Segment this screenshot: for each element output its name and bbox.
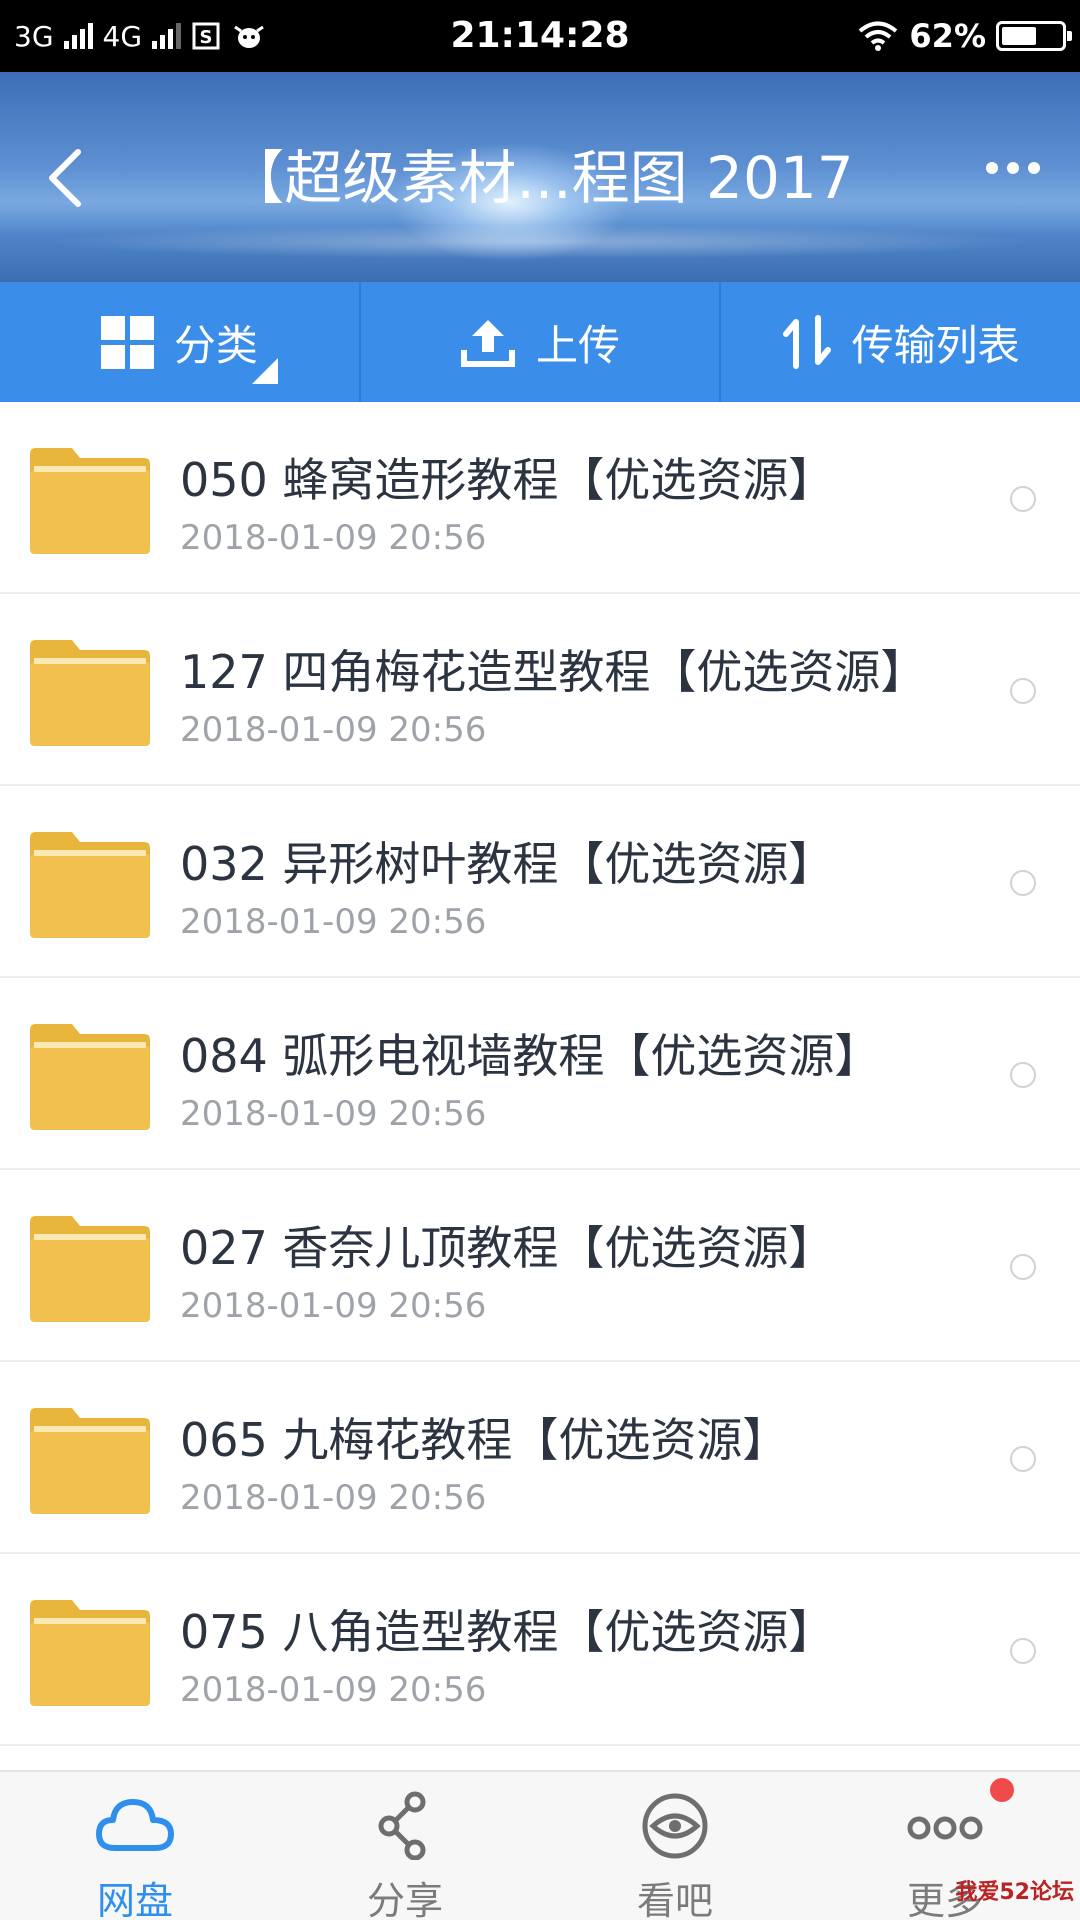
file-name: 075 八角造型教程【优选资源】 bbox=[180, 1605, 835, 1659]
share-icon bbox=[378, 1791, 426, 1860]
file-name: 127 四角梅花造型教程【优选资源】 bbox=[180, 645, 927, 699]
folder-icon bbox=[30, 640, 150, 746]
more-options-icon[interactable] bbox=[986, 162, 1040, 174]
file-name: 050 蜂窝造形教程【优选资源】 bbox=[180, 453, 835, 507]
nav-tab-netdisk[interactable]: 网盘 bbox=[0, 1772, 270, 1923]
select-radio[interactable] bbox=[1010, 1446, 1036, 1472]
select-radio[interactable] bbox=[1010, 486, 1036, 512]
transfer-arrows-icon bbox=[782, 315, 831, 369]
action-toolbar: 分类 上传 传输列表 bbox=[0, 282, 1080, 402]
file-row[interactable]: 032 异形树叶教程【优选资源】 2018-01-09 20:56 bbox=[0, 786, 1080, 978]
file-name: 032 异形树叶教程【优选资源】 bbox=[180, 837, 835, 891]
file-date: 2018-01-09 20:56 bbox=[180, 710, 487, 750]
wifi-icon bbox=[859, 21, 898, 51]
battery-icon bbox=[996, 21, 1072, 51]
category-button[interactable]: 分类 bbox=[0, 282, 359, 402]
file-name: 027 香奈儿顶教程【优选资源】 bbox=[180, 1221, 835, 1275]
folder-icon bbox=[30, 1024, 150, 1130]
header-background-wave bbox=[0, 222, 1080, 262]
folder-icon bbox=[30, 832, 150, 938]
nav-tab-watch[interactable]: 看吧 bbox=[540, 1772, 810, 1923]
transfer-label: 传输列表 bbox=[851, 320, 1020, 370]
upload-icon bbox=[461, 320, 515, 367]
select-radio[interactable] bbox=[1010, 870, 1036, 896]
file-date: 2018-01-09 20:56 bbox=[180, 1670, 487, 1710]
transfer-list-button[interactable]: 传输列表 bbox=[719, 282, 1080, 402]
status-right: 62% bbox=[857, 0, 1072, 72]
grid-icon bbox=[100, 315, 154, 369]
file-row[interactable]: 050 蜂窝造形教程【优选资源】 2018-01-09 20:56 bbox=[0, 402, 1080, 594]
file-date: 2018-01-09 20:56 bbox=[180, 902, 487, 942]
upload-button[interactable]: 上传 bbox=[358, 282, 720, 402]
status-bar: 3G 4G S 21:14:28 62% bbox=[0, 0, 1080, 72]
cloud-icon bbox=[96, 1799, 174, 1851]
nav-tab-share[interactable]: 分享 bbox=[270, 1772, 540, 1923]
folder-icon bbox=[30, 1600, 150, 1706]
dropdown-triangle-icon bbox=[252, 358, 278, 384]
folder-icon bbox=[30, 448, 150, 554]
folder-icon bbox=[30, 1216, 150, 1322]
page-title: 【超级素材...程图 2017 bbox=[226, 144, 854, 212]
nav-label: 网盘 bbox=[96, 1879, 173, 1923]
file-row[interactable]: 027 香奈儿顶教程【优选资源】 2018-01-09 20:56 bbox=[0, 1170, 1080, 1362]
file-date: 2018-01-09 20:56 bbox=[180, 1478, 487, 1518]
select-radio[interactable] bbox=[1010, 1062, 1036, 1088]
battery-percent: 62% bbox=[909, 17, 986, 55]
more-icon bbox=[907, 1816, 983, 1840]
file-row[interactable]: 075 八角造型教程【优选资源】 2018-01-09 20:56 bbox=[0, 1554, 1080, 1746]
select-radio[interactable] bbox=[1010, 1638, 1036, 1664]
file-name: 065 九梅花教程【优选资源】 bbox=[180, 1413, 789, 1467]
select-radio[interactable] bbox=[1010, 1254, 1036, 1280]
folder-icon bbox=[30, 1408, 150, 1514]
file-row[interactable]: 127 四角梅花造型教程【优选资源】 2018-01-09 20:56 bbox=[0, 594, 1080, 786]
file-date: 2018-01-09 20:56 bbox=[180, 1094, 487, 1134]
nav-label: 分享 bbox=[366, 1879, 443, 1923]
file-date: 2018-01-09 20:56 bbox=[180, 518, 487, 558]
bottom-navigation: 网盘 分享 看吧 更多 bbox=[0, 1770, 1080, 1923]
file-row[interactable]: 084 弧形电视墙教程【优选资源】 2018-01-09 20:56 bbox=[0, 978, 1080, 1170]
watermark-logo: 我爱52论坛 bbox=[955, 1880, 1074, 1905]
upload-label: 上传 bbox=[536, 320, 621, 370]
file-list: 050 蜂窝造形教程【优选资源】 2018-01-09 20:56 127 四角… bbox=[0, 402, 1080, 1746]
category-label: 分类 bbox=[173, 320, 258, 370]
nav-label: 看吧 bbox=[636, 1879, 713, 1923]
select-radio[interactable] bbox=[1010, 678, 1036, 704]
eye-icon bbox=[642, 1793, 708, 1859]
file-row[interactable]: 065 九梅花教程【优选资源】 2018-01-09 20:56 bbox=[0, 1362, 1080, 1554]
file-date: 2018-01-09 20:56 bbox=[180, 1286, 487, 1326]
file-name: 084 弧形电视墙教程【优选资源】 bbox=[180, 1029, 881, 1083]
notification-badge bbox=[990, 1778, 1014, 1802]
